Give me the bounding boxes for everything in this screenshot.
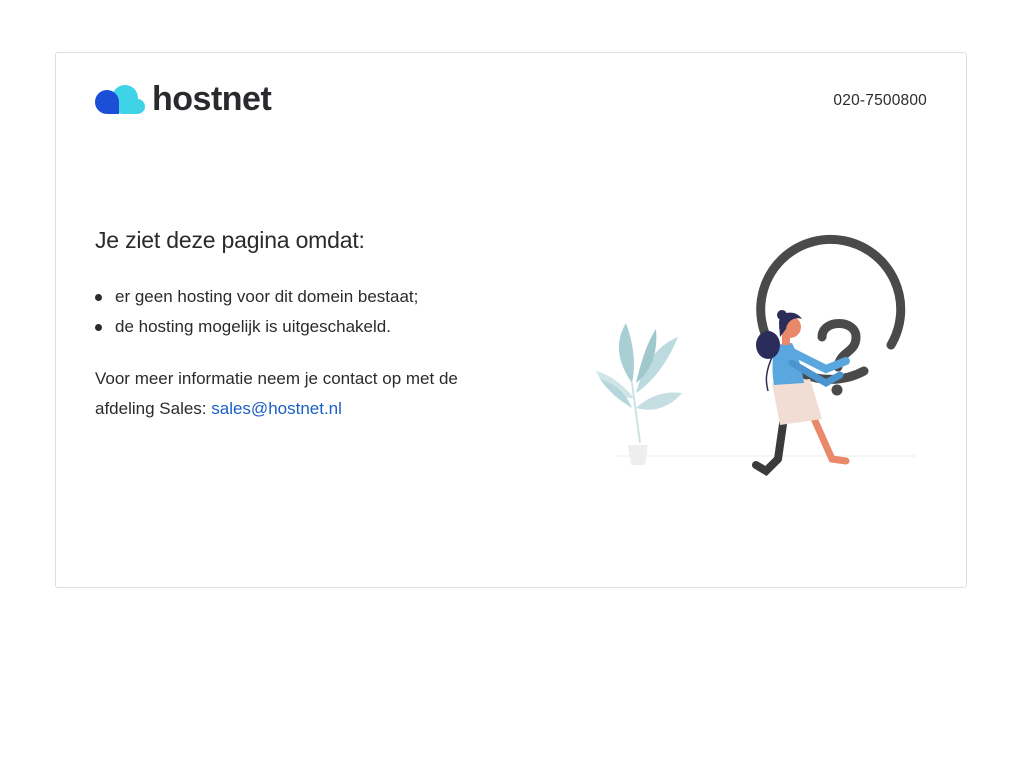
- sales-email-link[interactable]: sales@hostnet.nl: [211, 399, 342, 418]
- bullet-icon: [95, 324, 102, 331]
- question-illustration: [596, 234, 916, 477]
- list-item: er geen hosting voor dit domein bestaat;: [95, 282, 418, 312]
- reason-text: de hosting mogelijk is uitgeschakeld.: [115, 317, 391, 336]
- main-card: hostnet 020-7500800 Je ziet deze pagina …: [55, 52, 967, 588]
- logo-wordmark: hostnet: [152, 80, 272, 118]
- reasons-list: er geen hosting voor dit domein bestaat;…: [95, 282, 418, 342]
- phone-number: 020-7500800: [833, 92, 927, 109]
- list-item: de hosting mogelijk is uitgeschakeld.: [95, 312, 418, 342]
- contact-info: Voor meer informatie neem je contact op …: [95, 364, 515, 424]
- hostnet-logo[interactable]: hostnet: [95, 79, 272, 119]
- bullet-icon: [95, 294, 102, 301]
- plant-icon: [596, 323, 682, 465]
- cloud-logo-icon: [95, 85, 145, 114]
- reason-text: er geen hosting voor dit domein bestaat;: [115, 287, 419, 306]
- page-heading: Je ziet deze pagina omdat:: [95, 227, 365, 253]
